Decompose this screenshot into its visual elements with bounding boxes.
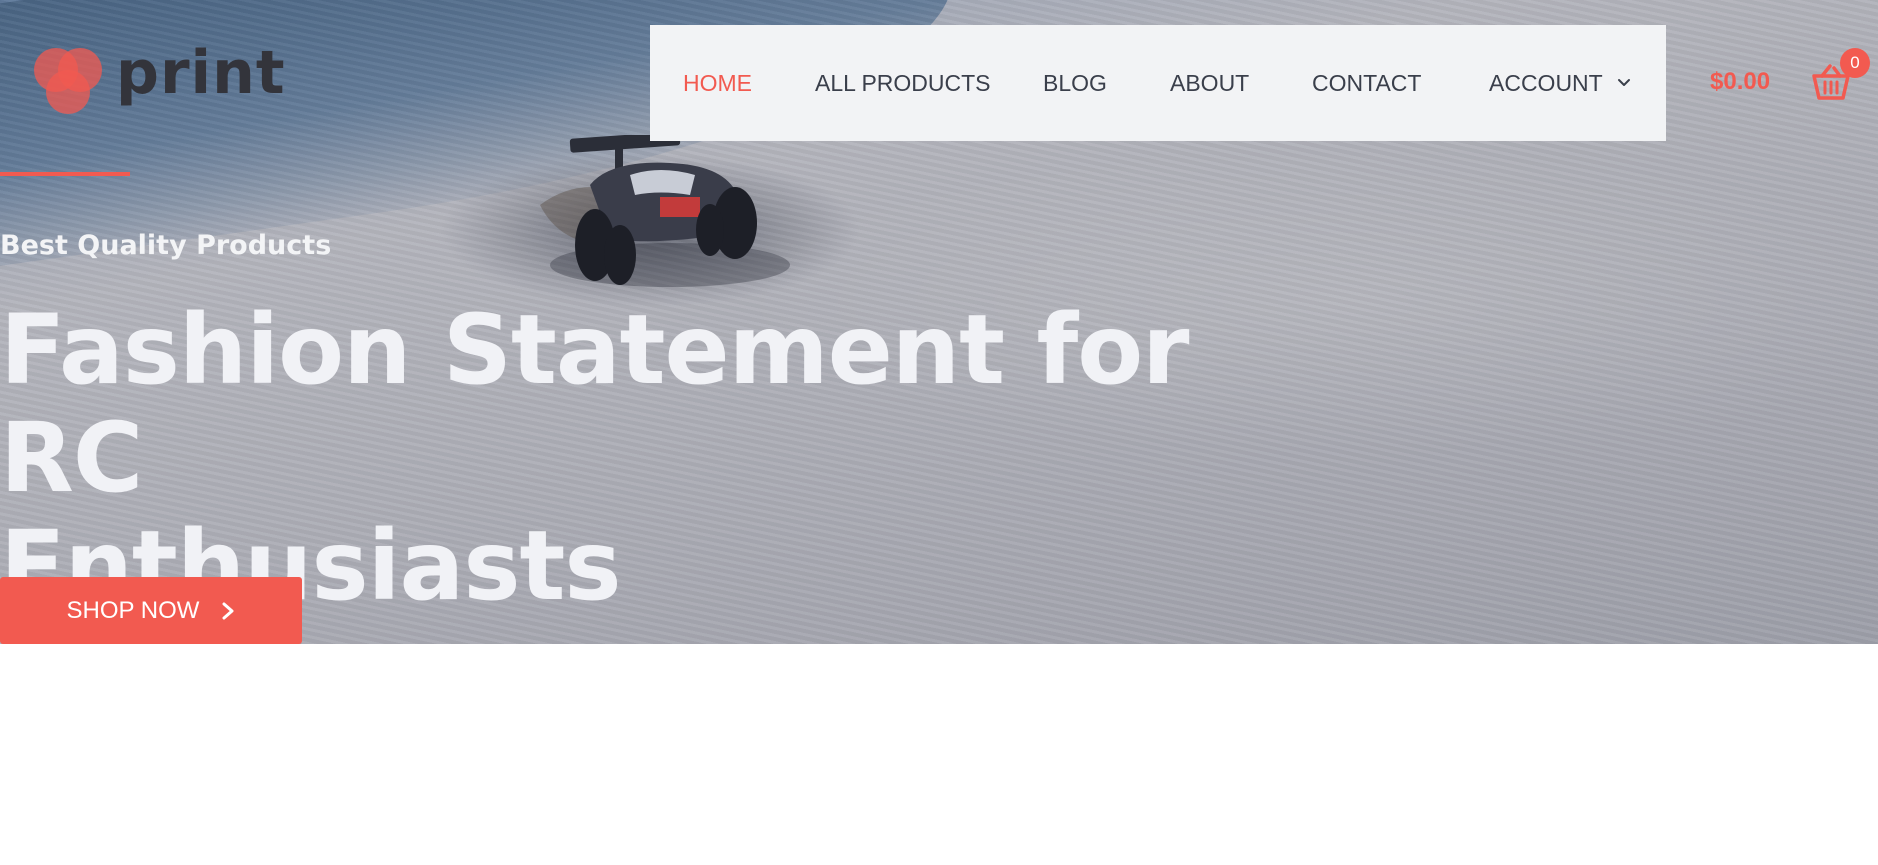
main-navigation: HOME ALL PRODUCTS BLOG ABOUT CONTACT ACC… xyxy=(650,25,1666,141)
nav-item-account[interactable]: ACCOUNT xyxy=(1489,25,1631,141)
nav-item-label: CONTACT xyxy=(1312,69,1422,96)
nav-item-blog[interactable]: BLOG xyxy=(1043,25,1107,141)
nav-item-label: HOME xyxy=(683,69,752,96)
shop-now-button[interactable]: SHOP NOW xyxy=(0,577,302,644)
nav-item-contact[interactable]: CONTACT xyxy=(1312,25,1421,141)
nav-item-label: ALL PRODUCTS xyxy=(815,69,991,96)
logo-text: print xyxy=(116,38,286,108)
nav-item-label: BLOG xyxy=(1043,69,1107,96)
shop-now-label: SHOP NOW xyxy=(66,596,200,624)
hero-headline-line-1: Fashion Statement for RC xyxy=(0,294,1190,514)
hero-tagline: Best Quality Products xyxy=(0,230,332,261)
site-logo[interactable]: print xyxy=(30,38,285,124)
nav-item-label: ABOUT xyxy=(1170,69,1250,96)
nav-item-all-products[interactable]: ALL PRODUCTS xyxy=(815,25,991,141)
cart-total: $0.00 xyxy=(1710,68,1771,95)
chevron-right-icon xyxy=(222,602,234,619)
nav-item-label: ACCOUNT xyxy=(1489,69,1603,96)
accent-divider xyxy=(0,172,130,176)
hero-headline: Fashion Statement for RC Enthusiasts xyxy=(0,296,1300,620)
logo-icon xyxy=(34,48,102,114)
nav-item-home[interactable]: HOME xyxy=(683,25,752,141)
nav-item-about[interactable]: ABOUT xyxy=(1170,25,1249,141)
cart-count-badge: 0 xyxy=(1840,48,1870,78)
rc-car-image xyxy=(540,135,790,287)
chevron-down-icon xyxy=(1617,79,1630,86)
